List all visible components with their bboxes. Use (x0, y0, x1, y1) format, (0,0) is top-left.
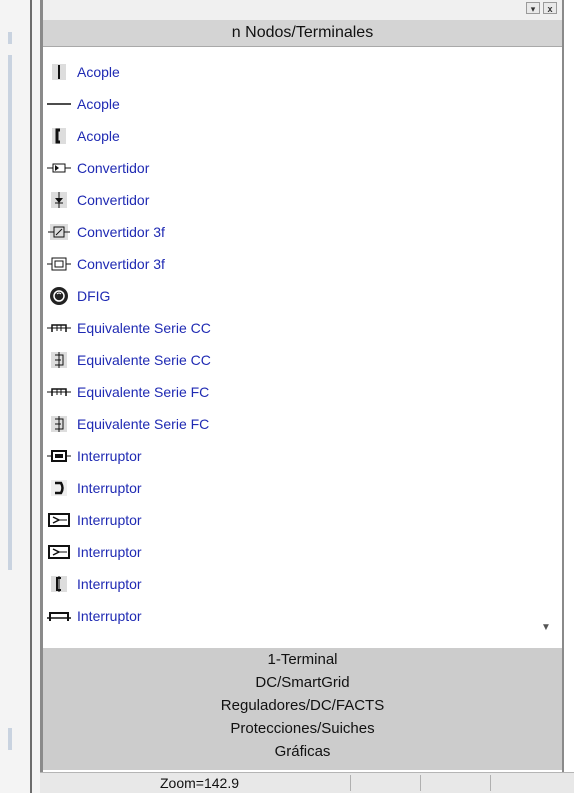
list-item-label: Interruptor (77, 448, 142, 464)
list-item-label: Equivalente Serie CC (77, 352, 211, 368)
list-item-label: Interruptor (77, 512, 142, 528)
component-palette-panel: ▾ x n Nodos/Terminales Acople Acople Aco… (40, 0, 564, 772)
switch-block-icon (47, 510, 71, 530)
dfig-icon (47, 286, 71, 306)
list-item[interactable]: Acople (43, 120, 562, 152)
close-icon[interactable]: x (543, 2, 557, 14)
converter-vertical-icon (47, 190, 71, 210)
list-item[interactable]: Convertidor 3f (43, 216, 562, 248)
list-item-label: DFIG (77, 288, 111, 304)
list-item-label: Equivalente Serie CC (77, 320, 211, 336)
group-dc-smartgrid[interactable]: DC/SmartGrid (43, 673, 562, 693)
list-item-label: Acople (77, 64, 120, 80)
list-item-label: Convertidor 3f (77, 224, 165, 240)
list-item[interactable]: Equivalente Serie CC (43, 312, 562, 344)
list-item[interactable]: Convertidor 3f (43, 248, 562, 280)
status-bar: Zoom=142.9 (40, 772, 574, 793)
series-equivalent-vertical-icon (47, 414, 71, 434)
dock-marker (8, 728, 12, 750)
list-item-label: Interruptor (77, 576, 142, 592)
series-equivalent-horizontal-icon (47, 382, 71, 402)
list-item-label: Convertidor (77, 192, 150, 208)
list-item[interactable]: Equivalente Serie FC (43, 408, 562, 440)
converter-3f-icon (47, 222, 71, 242)
list-item-label: Convertidor (77, 160, 150, 176)
list-item[interactable]: Equivalente Serie FC (43, 376, 562, 408)
list-item[interactable]: Interruptor (43, 504, 562, 536)
group-1-terminal[interactable]: 1-Terminal (43, 650, 562, 670)
switch-vertical-icon (47, 574, 71, 594)
switch-box-icon (47, 446, 71, 466)
series-equivalent-horizontal-icon (47, 318, 71, 338)
chevron-down-icon[interactable]: ▾ (526, 2, 540, 14)
component-list: Acople Acople Acople Convertidor Convert… (43, 46, 562, 648)
panel-topbar: ▾ x (43, 0, 562, 21)
list-item-label: Interruptor (77, 544, 142, 560)
vertical-bar-icon (47, 62, 71, 82)
list-item-label: Convertidor 3f (77, 256, 165, 272)
list-item[interactable]: Equivalente Serie CC (43, 344, 562, 376)
list-item-label: Interruptor (77, 480, 142, 496)
switch-curve-icon (47, 478, 71, 498)
list-item[interactable]: Acople (43, 88, 562, 120)
list-item[interactable]: Interruptor (43, 472, 562, 504)
category-groups: 1-Terminal DC/SmartGrid Reguladores/DC/F… (43, 648, 562, 770)
list-item[interactable]: Interruptor (43, 440, 562, 472)
dock-scroll-track[interactable] (8, 55, 12, 570)
converter-horizontal-icon (47, 158, 71, 178)
list-item-label: Interruptor (77, 608, 142, 624)
zoom-readout: Zoom=142.9 (160, 775, 239, 791)
converter-3f-box-icon (47, 254, 71, 274)
list-item-label: Equivalente Serie FC (77, 384, 210, 400)
list-item-label: Acople (77, 128, 120, 144)
switch-block-icon (47, 542, 71, 562)
list-item-label: Equivalente Serie FC (77, 416, 210, 432)
palette-header[interactable]: n Nodos/Terminales (43, 20, 562, 47)
list-item[interactable]: DFIG (43, 280, 562, 312)
frame-divider (30, 0, 32, 793)
list-item[interactable]: Interruptor (43, 568, 562, 600)
list-item-label: Acople (77, 96, 120, 112)
scroll-down-arrow-icon[interactable]: ▼ (538, 622, 554, 636)
status-divider (350, 775, 351, 791)
list-item[interactable]: Convertidor (43, 152, 562, 184)
switch-horizontal-icon (47, 606, 71, 626)
bracket-icon (47, 126, 71, 146)
status-divider (490, 775, 491, 791)
group-protecciones[interactable]: Protecciones/Suiches (43, 719, 562, 739)
group-reguladores[interactable]: Reguladores/DC/FACTS (43, 696, 562, 716)
list-item[interactable]: Interruptor (43, 600, 562, 632)
status-divider (420, 775, 421, 791)
group-graficas[interactable]: Gráficas (43, 742, 562, 762)
left-dock-strip (0, 0, 40, 793)
dock-marker (8, 32, 12, 44)
series-equivalent-vertical-icon (47, 350, 71, 370)
list-item[interactable]: Interruptor (43, 536, 562, 568)
list-item[interactable]: Acople (43, 56, 562, 88)
horizontal-line-icon (47, 94, 71, 114)
list-item[interactable]: Convertidor (43, 184, 562, 216)
